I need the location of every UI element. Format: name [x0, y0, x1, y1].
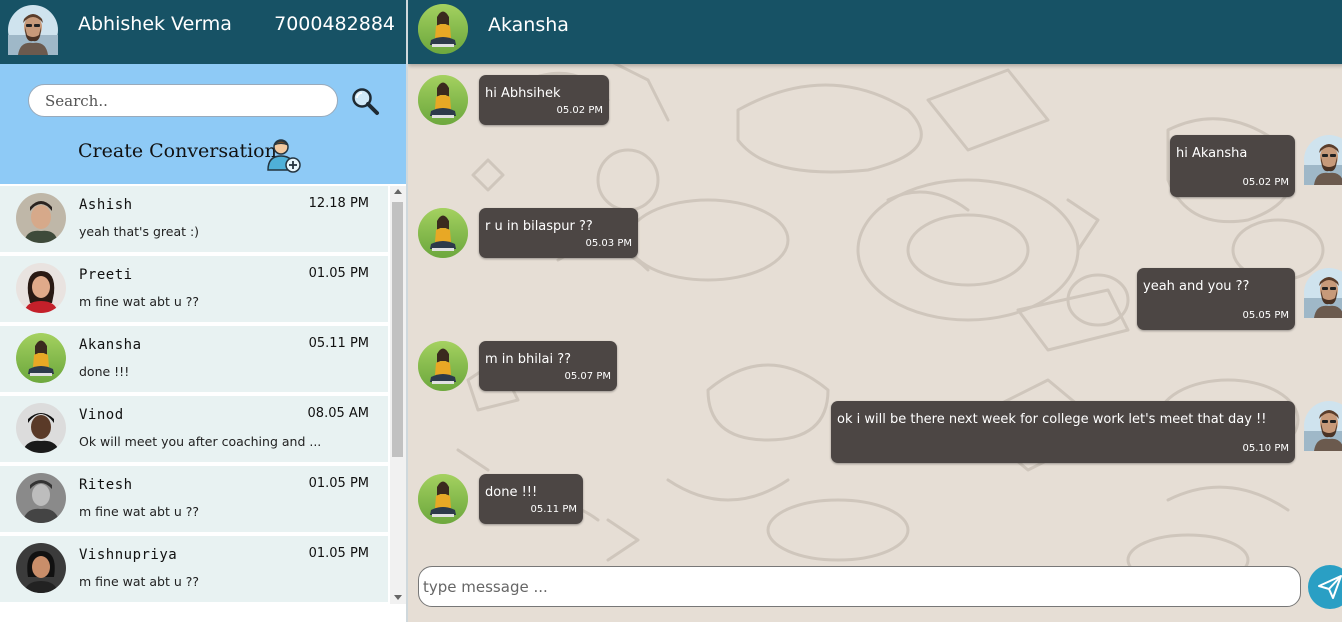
contact-name: Akansha: [488, 14, 569, 36]
user-avatar-icon[interactable]: [8, 5, 58, 55]
message-avatar-icon: [418, 341, 468, 391]
send-button[interactable]: [1308, 565, 1342, 609]
chat-header: Akansha: [408, 0, 1342, 64]
conversation-time: 01.05 PM: [308, 476, 369, 491]
message-text: yeah and you ??: [1143, 279, 1250, 294]
conversation-list: Ashish 12.18 PM yeah that's great :) Pre…: [0, 186, 390, 604]
conversation-item-akansha[interactable]: Akansha 05.11 PM done !!!: [0, 326, 388, 392]
conversation-time: 08.05 AM: [307, 406, 369, 421]
conversation-item-ashish[interactable]: Ashish 12.18 PM yeah that's great :): [0, 186, 388, 252]
message-time: 05.07 PM: [564, 371, 611, 382]
conversation-list-scrollbar[interactable]: [390, 186, 406, 604]
conversation-name: Ashish: [79, 197, 133, 213]
avatar: [16, 333, 66, 383]
contact-avatar-icon[interactable]: [418, 4, 468, 54]
scroll-down-arrow-icon[interactable]: [394, 595, 402, 600]
message-avatar-icon: [418, 75, 468, 125]
message-avatar-icon: [418, 474, 468, 524]
message-text: hi Abhsihek: [485, 86, 561, 101]
create-conversation-button[interactable]: Create Conversation: [78, 140, 277, 162]
message-time: 05.02 PM: [1242, 177, 1289, 188]
search-icon[interactable]: [350, 86, 380, 116]
conversation-last-message: yeah that's great :): [79, 224, 200, 239]
message-bubble-received: r u in bilaspur ?? 05.03 PM: [479, 208, 638, 258]
conversation-time: 05.11 PM: [308, 336, 369, 351]
conversation-last-message: Ok will meet you after coaching and ...: [79, 434, 322, 449]
avatar: [16, 473, 66, 523]
conversation-last-message: m fine wat abt u ??: [79, 294, 200, 309]
scroll-up-arrow-icon[interactable]: [394, 189, 402, 194]
conversation-item-vinod[interactable]: Vinod 08.05 AM Ok will meet you after co…: [0, 396, 388, 462]
user-name: Abhishek Verma: [78, 13, 232, 35]
avatar: [16, 193, 66, 243]
send-icon: [1318, 575, 1342, 599]
avatar: [16, 403, 66, 453]
chat-panel: Akansha hi Abhsihek 05.02 PM hi Akansha …: [406, 0, 1342, 622]
message-time: 05.05 PM: [1242, 310, 1289, 321]
message-bubble-received: m in bhilai ?? 05.07 PM: [479, 341, 617, 391]
conversation-time: 01.05 PM: [308, 266, 369, 281]
conversation-last-message: done !!!: [79, 364, 130, 379]
message-text: m in bhilai ??: [485, 352, 572, 367]
user-header: Abhishek Verma 7000482884: [0, 0, 406, 64]
message-bubble-received: hi Abhsihek 05.02 PM: [479, 75, 609, 125]
conversation-name: Vinod: [79, 407, 124, 423]
conversation-last-message: m fine wat abt u ??: [79, 574, 200, 589]
conversation-time: 01.05 PM: [308, 546, 369, 561]
conversation-name: Preeti: [79, 267, 133, 283]
search-panel: Create Conversation: [0, 64, 406, 184]
message-avatar-icon: [1304, 135, 1342, 185]
conversation-sidebar: Abhishek Verma 7000482884 Create Convers…: [0, 0, 406, 622]
avatar: [16, 543, 66, 593]
add-user-icon[interactable]: [264, 136, 302, 174]
conversation-name: Ritesh: [79, 477, 133, 493]
message-input[interactable]: [418, 566, 1301, 607]
message-time: 05.02 PM: [556, 105, 603, 116]
conversation-item-ritesh[interactable]: Ritesh 01.05 PM m fine wat abt u ??: [0, 466, 388, 532]
message-text: ok i will be there next week for college…: [837, 412, 1267, 427]
message-time: 05.10 PM: [1242, 443, 1289, 454]
message-time: 05.11 PM: [530, 504, 577, 515]
message-avatar-icon: [1304, 268, 1342, 318]
message-text: r u in bilaspur ??: [485, 219, 593, 234]
message-text: hi Akansha: [1176, 146, 1248, 161]
conversation-name: Akansha: [79, 337, 142, 353]
message-bubble-sent: yeah and you ?? 05.05 PM: [1137, 268, 1295, 330]
conversation-last-message: m fine wat abt u ??: [79, 504, 200, 519]
message-bubble-received: done !!! 05.11 PM: [479, 474, 583, 524]
message-avatar-icon: [418, 208, 468, 258]
conversation-name: Vishnupriya: [79, 547, 178, 563]
scrollbar-thumb[interactable]: [392, 202, 403, 457]
message-time: 05.03 PM: [585, 238, 632, 249]
user-phone: 7000482884: [274, 13, 395, 35]
message-text: done !!!: [485, 485, 538, 500]
conversation-time: 12.18 PM: [308, 196, 369, 211]
conversation-item-vishnupriya[interactable]: Vishnupriya 01.05 PM m fine wat abt u ??: [0, 536, 388, 602]
message-bubble-sent: hi Akansha 05.02 PM: [1170, 135, 1295, 197]
avatar: [16, 263, 66, 313]
message-avatar-icon: [1304, 401, 1342, 451]
conversation-item-preeti[interactable]: Preeti 01.05 PM m fine wat abt u ??: [0, 256, 388, 322]
search-input[interactable]: [28, 84, 338, 117]
message-bubble-sent: ok i will be there next week for college…: [831, 401, 1295, 463]
